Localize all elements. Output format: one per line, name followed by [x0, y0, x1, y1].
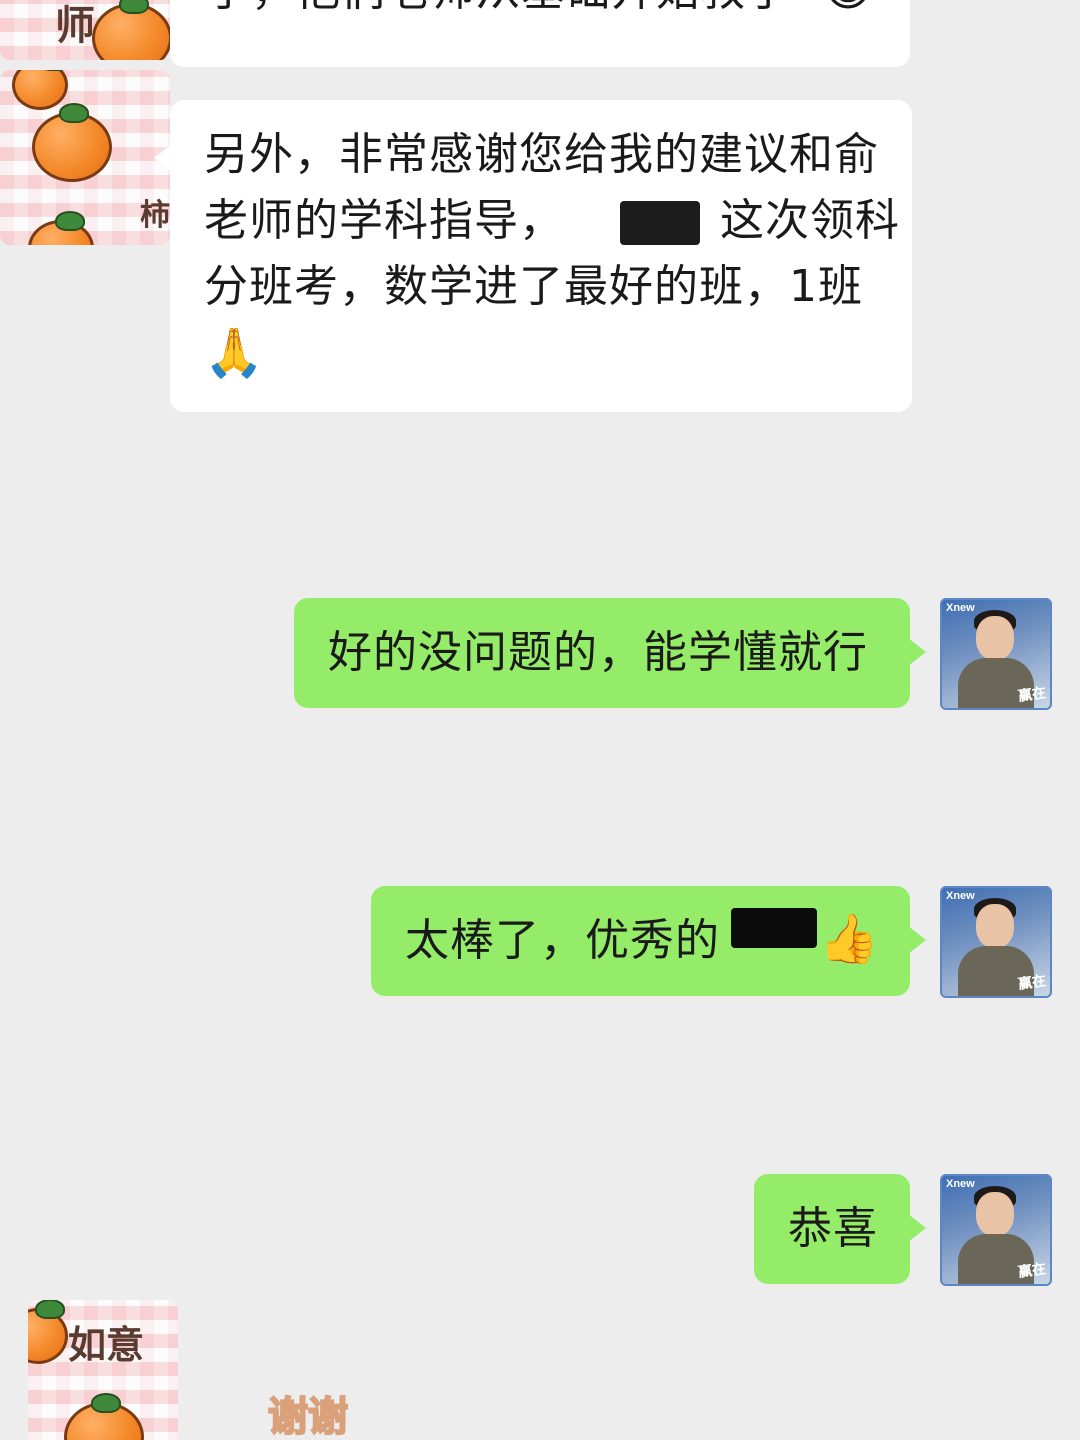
contact-avatar[interactable]: 如意 [28, 1300, 178, 1440]
avatar-caption: 如意 [68, 1322, 145, 1367]
avatar-slogan: 赢在 [1017, 1261, 1048, 1281]
redacted-name [620, 201, 700, 245]
teacher-avatar[interactable]: Xnew 赢在 [940, 886, 1052, 998]
persimmon-icon [92, 0, 170, 60]
contact-avatar[interactable]: 柿 [0, 70, 170, 245]
message-line: 分班考，数学进了最好的班，1班 [204, 261, 863, 312]
brand-logo: Xnew [946, 1178, 975, 1190]
message-line: 老师的学科指导， 这次领科 [204, 188, 899, 254]
brand-logo: Xnew [946, 890, 975, 902]
persimmon-icon [64, 1393, 144, 1440]
persimmon-icon [28, 211, 94, 245]
message-bubble-incoming[interactable]: 另外，非常感谢您给我的建议和俞 老师的学科指导， 这次领科 分班考，数学进了最好的… [154, 100, 912, 412]
sticker-text[interactable]: 谢谢 [267, 1384, 349, 1440]
message-line: 🙏 [204, 320, 894, 392]
avatar-slogan: 赢在 [1017, 973, 1048, 993]
message-line-segment: 这次领科 [720, 195, 900, 246]
message-text: 太棒了，优秀的 [405, 915, 720, 966]
avatar-caption: 师 [55, 2, 95, 49]
avatar-face [976, 1192, 1014, 1236]
contact-avatar[interactable]: 师 [0, 0, 170, 60]
thumbs-up-emoji-icon: 👍 [819, 911, 880, 967]
pray-emoji-icon: 🙏 [204, 325, 265, 381]
persimmon-icon [32, 103, 112, 182]
chat-screen: 师 了，他们老师从基础开始教了 😂 柿 另外，非常感谢您给我的建议和俞 老师的学… [0, 0, 1080, 1440]
message-text: 了，他们老师从基础开始教了 [206, 0, 791, 24]
persimmon-icon [12, 70, 69, 110]
laughing-emoji-icon: 😂 [820, 0, 877, 22]
avatar-slogan: 赢在 [1017, 685, 1048, 705]
teacher-avatar[interactable]: Xnew 赢在 [940, 598, 1052, 710]
avatar-face [976, 904, 1014, 948]
message-bubble-incoming[interactable]: 了，他们老师从基础开始教了 😂 [170, 0, 910, 67]
redacted-name [731, 908, 817, 948]
message-text: 另外，非常感谢您给我的建议和俞 老师的学科指导， 这次领科 分班考，数学进了最好的… [204, 122, 899, 392]
message-line: 另外，非常感谢您给我的建议和俞 [204, 129, 879, 180]
message-line-segment: 老师的学科指导， [204, 195, 564, 246]
brand-logo: Xnew [946, 602, 975, 614]
message-text: 恭喜 [788, 1203, 878, 1254]
persimmon-icon [28, 1300, 68, 1364]
message-bubble-outgoing[interactable]: 太棒了，优秀的 👍 [371, 886, 926, 996]
message-text: 好的没问题的，能学懂就行 [328, 627, 868, 678]
teacher-avatar[interactable]: Xnew 赢在 [940, 1174, 1052, 1286]
message-bubble-outgoing[interactable]: 恭喜 [754, 1174, 926, 1284]
message-bubble-outgoing[interactable]: 好的没问题的，能学懂就行 [294, 598, 926, 708]
avatar-face [976, 616, 1014, 660]
avatar-caption: 柿 [140, 198, 170, 233]
